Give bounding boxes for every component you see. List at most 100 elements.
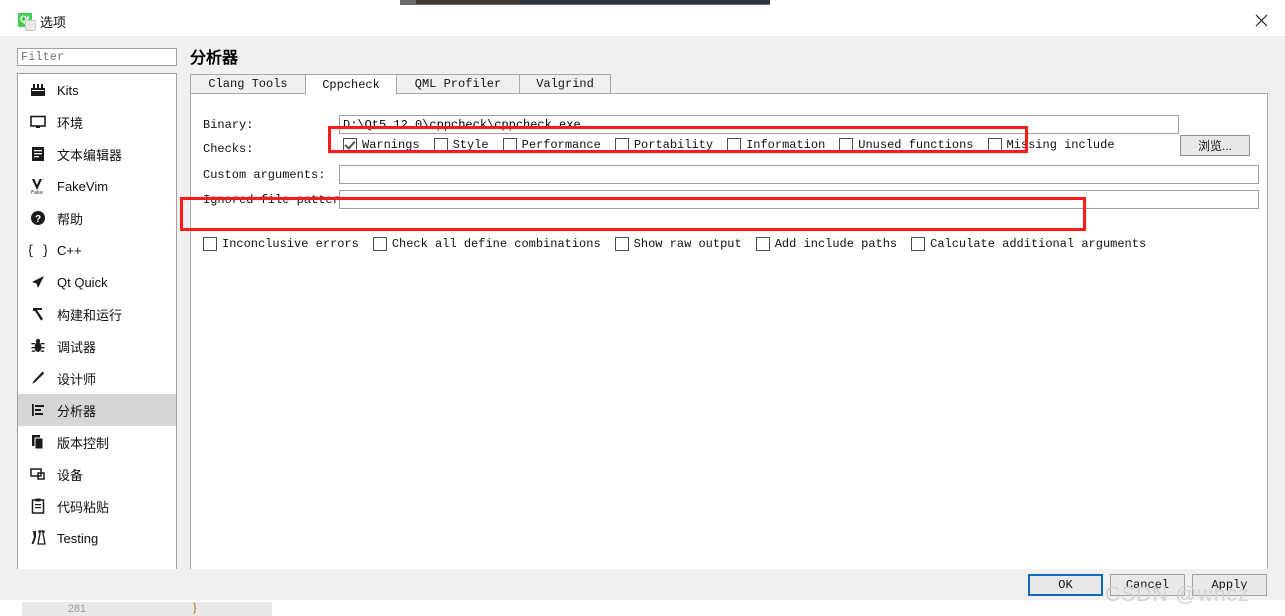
sidebar-item-11[interactable]: 分析器 bbox=[18, 394, 176, 426]
checkbox-box[interactable] bbox=[615, 237, 629, 251]
checkbox-label: Check all define combinations bbox=[392, 237, 601, 251]
fakevim-icon: Fake bbox=[27, 175, 49, 197]
dialog-title: 选项 bbox=[40, 12, 66, 31]
checkbox-box[interactable] bbox=[615, 138, 629, 152]
options-dialog: Qt 选项 Kits环境文本编辑器FakeFakeVim?帮助 { } C++ Qt … bbox=[0, 5, 1285, 600]
cppcheck-tab-panel: Binary: Checks: Warnings Style Performance… bbox=[190, 93, 1268, 570]
checkbox-box[interactable] bbox=[434, 138, 448, 152]
checkbox-box[interactable] bbox=[988, 138, 1002, 152]
close-icon[interactable] bbox=[1237, 5, 1285, 36]
pencil-icon bbox=[27, 367, 49, 389]
sidebar-item-12[interactable]: 版本控制 bbox=[18, 426, 176, 458]
sidebar-item-label: Testing bbox=[57, 531, 98, 546]
ignored-patterns-input[interactable] bbox=[339, 190, 1259, 209]
checkbox-box[interactable] bbox=[503, 138, 517, 152]
csdn-watermark: CSDN @whcz bbox=[1105, 583, 1250, 607]
paper-plane-icon bbox=[27, 271, 49, 293]
background-bottom-bar bbox=[132, 602, 272, 616]
sidebar-item-6[interactable]: { } C++ bbox=[18, 234, 176, 266]
checkbox-box[interactable] bbox=[373, 237, 387, 251]
checkbox-label: Portability bbox=[634, 138, 713, 152]
sidebar-item-13[interactable]: 设备 bbox=[18, 458, 176, 490]
checkbox-label: Warnings bbox=[362, 138, 420, 152]
checkbox-box[interactable] bbox=[839, 138, 853, 152]
checks-checkbox-group[interactable]: Warnings Style Performance Portability Infor… bbox=[343, 138, 1129, 152]
checkbox-box[interactable] bbox=[911, 237, 925, 251]
sidebar-item-label: Qt Quick bbox=[57, 275, 108, 290]
sidebar-item-label: 分析器 bbox=[57, 401, 96, 420]
sidebar-item-2[interactable]: 环境 bbox=[18, 106, 176, 138]
svg-text:Fake: Fake bbox=[31, 190, 43, 195]
check-warnings[interactable]: Warnings bbox=[343, 138, 420, 152]
checks-label: Checks: bbox=[203, 142, 253, 156]
sidebar-item-label: 设备 bbox=[57, 465, 83, 484]
tab-bar[interactable]: Clang Tools Cppcheck QML Profiler Valgrind bbox=[190, 74, 1268, 94]
sidebar-item-label: C++ bbox=[57, 243, 82, 258]
ignored-patterns-label: Ignored file patterns: bbox=[203, 193, 361, 207]
tab-clang-tools[interactable]: Clang Tools bbox=[190, 74, 306, 94]
filter-input[interactable] bbox=[17, 48, 177, 66]
binary-input[interactable] bbox=[339, 115, 1179, 134]
monitor-icon bbox=[27, 111, 49, 133]
check-performance[interactable]: Performance bbox=[503, 138, 601, 152]
flask-icon bbox=[27, 527, 49, 549]
option-check-all-define-combinations[interactable]: Check all define combinations bbox=[373, 237, 601, 251]
checkbox-label: Information bbox=[746, 138, 825, 152]
background-strip-segment bbox=[520, 0, 770, 4]
sidebar-item-1[interactable]: Kits bbox=[18, 74, 176, 106]
bug-icon bbox=[27, 335, 49, 357]
sidebar-item-7[interactable]: Qt Quick bbox=[18, 266, 176, 298]
page-title: 分析器 bbox=[190, 44, 238, 68]
check-information[interactable]: Information bbox=[727, 138, 825, 152]
sidebar-item-label: 调试器 bbox=[57, 337, 96, 356]
binary-label: Binary: bbox=[203, 118, 253, 132]
option-show-raw-output[interactable]: Show raw output bbox=[615, 237, 742, 251]
option-calculate-additional-arguments[interactable]: Calculate additional arguments bbox=[911, 237, 1146, 251]
options-category-list[interactable]: Kits环境文本编辑器FakeFakeVim?帮助 { } C++ Qt Quick 构… bbox=[17, 73, 177, 570]
checkbox-label: Show raw output bbox=[634, 237, 742, 251]
sidebar-item-5[interactable]: ?帮助 bbox=[18, 202, 176, 234]
qt-logo-icon: Qt bbox=[18, 13, 34, 29]
hammer-icon bbox=[27, 303, 49, 325]
check-portability[interactable]: Portability bbox=[615, 138, 713, 152]
sidebar-item-15[interactable]: Testing bbox=[18, 522, 176, 554]
checkbox-box[interactable] bbox=[756, 237, 770, 251]
sidebar-item-label: 设计师 bbox=[57, 369, 96, 388]
checkbox-label: Inconclusive errors bbox=[222, 237, 359, 251]
sidebar-item-3[interactable]: 文本编辑器 bbox=[18, 138, 176, 170]
sidebar-item-label: 代码粘贴 bbox=[57, 497, 109, 516]
tab-cppcheck[interactable]: Cppcheck bbox=[305, 74, 397, 95]
checkbox-label: Missing include bbox=[1007, 138, 1115, 152]
tab-qml-profiler[interactable]: QML Profiler bbox=[396, 74, 520, 94]
ok-button[interactable]: OK bbox=[1028, 574, 1103, 596]
check-missing-include[interactable]: Missing include bbox=[988, 138, 1115, 152]
checkbox-box[interactable] bbox=[727, 138, 741, 152]
sidebar-item-14[interactable]: 代码粘贴 bbox=[18, 490, 176, 522]
sidebar-item-label: 版本控制 bbox=[57, 433, 109, 452]
browse-button[interactable]: 浏览... bbox=[1180, 135, 1250, 156]
check-style[interactable]: Style bbox=[434, 138, 489, 152]
tab-label: Valgrind bbox=[536, 77, 594, 91]
dialog-content: Kits环境文本编辑器FakeFakeVim?帮助 { } C++ Qt Quick 构… bbox=[0, 36, 1285, 569]
sidebar-item-8[interactable]: 构建和运行 bbox=[18, 298, 176, 330]
sidebar-item-10[interactable]: 设计师 bbox=[18, 362, 176, 394]
sidebar-item-4[interactable]: FakeFakeVim bbox=[18, 170, 176, 202]
check-unused-functions[interactable]: Unused functions bbox=[839, 138, 973, 152]
analyzer-icon bbox=[27, 399, 49, 421]
option-add-include-paths[interactable]: Add include paths bbox=[756, 237, 897, 251]
tab-label: QML Profiler bbox=[415, 77, 501, 91]
svg-text:{ }: { } bbox=[29, 244, 47, 259]
checkbox-box[interactable] bbox=[343, 138, 357, 152]
sidebar-item-9[interactable]: 调试器 bbox=[18, 330, 176, 362]
background-caret-glyph: } bbox=[193, 602, 197, 615]
tab-valgrind[interactable]: Valgrind bbox=[519, 74, 611, 94]
tab-label: Clang Tools bbox=[208, 77, 287, 91]
text-editor-icon bbox=[27, 143, 49, 165]
kits-icon bbox=[27, 79, 49, 101]
checkbox-box[interactable] bbox=[203, 237, 217, 251]
cppcheck-options-checkbox-group[interactable]: Inconclusive errors Check all define comb… bbox=[203, 237, 1160, 251]
custom-arguments-label: Custom arguments: bbox=[203, 168, 325, 182]
option-inconclusive-errors[interactable]: Inconclusive errors bbox=[203, 237, 359, 251]
checkbox-label: Add include paths bbox=[775, 237, 897, 251]
custom-arguments-input[interactable] bbox=[339, 165, 1259, 184]
